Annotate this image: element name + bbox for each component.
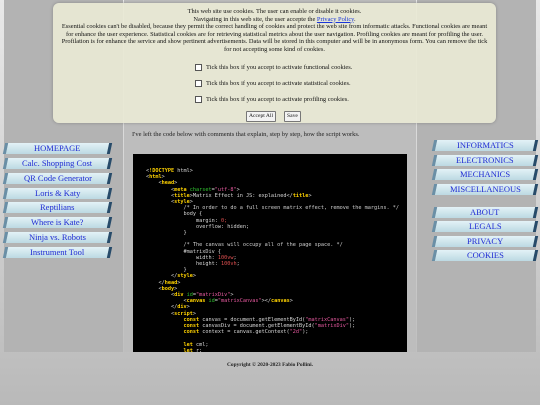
code-line: overflow: hidden; [146,223,250,230]
code-line: <!DOCTYPE html> [146,168,193,174]
statistical-label: Tick this box if you accept to activate … [206,80,351,87]
cookie-line-2-end: . [353,15,356,23]
nav-label: Calc. Shopping Cost [22,158,93,168]
nav-ninja-vs-robots[interactable]: Ninja vs. Robots [2,232,113,243]
code-line: <canvas id="matrixCanvas"></canvas> [146,298,293,305]
nav-where-is-kate[interactable]: Where is Kate? [2,217,113,228]
nav-electronics[interactable]: ELECTRONICS [431,155,539,166]
profiling-cookies-option[interactable]: Tick this box if you accept to activate … [195,96,349,104]
nav-label: ABOUT [470,207,500,217]
code-line: } [146,230,187,236]
statistical-cookies-option[interactable]: Tick this box if you accept to activate … [195,80,351,88]
code-line: <style> [146,199,193,205]
page: HOMEPAGE Calc. Shopping Cost QR Code Gen… [0,0,540,405]
code-line: <div id="matrixDiv"> [146,292,234,298]
nav-label: Ninja vs. Robots [29,232,86,242]
code-line: </div> [146,304,190,311]
code-line: } [146,267,187,274]
code-line: body { [146,211,203,218]
nav-label: Instrument Tool [30,247,85,257]
statistical-checkbox[interactable] [195,80,202,88]
code-line: <title>Matrix Effect in JS: explained</t… [146,192,312,199]
nav-mechanics[interactable]: MECHANICS [431,169,539,180]
nav-miscellaneous[interactable]: MISCELLANEOUS [431,184,539,195]
cookie-banner: This web site use cookies. The user can … [53,3,496,123]
code-line: </head> [146,279,181,286]
nav-instrument-tool[interactable]: Instrument Tool [2,247,113,258]
code-line: const canvas = document.getElementById("… [183,316,356,323]
code-line: <body> [146,285,178,292]
functional-label: Tick this box if you accept to activate … [206,64,353,71]
nav-label: Reptilians [40,202,75,212]
nav-label: ELECTRONICS [456,155,514,165]
nav-label: Loris & Katy [34,188,81,198]
nav-label: PRIVACY [466,236,504,246]
code-line: let cml; [183,341,209,348]
nav-label: LEGALS [468,221,502,231]
code-line: let r; [183,347,203,352]
profiling-checkbox[interactable] [195,96,202,104]
code-line: <head> [146,180,178,187]
code-line: margin: 0; [146,217,228,224]
code-line: </style> [146,273,196,280]
privacy-policy-link[interactable]: Privacy Policy [317,16,354,23]
nav-informatics[interactable]: INFORMATICS [431,140,539,151]
code-line: const context = canvas.getContext("2d"); [183,329,309,336]
cookie-line-2: Navigating in this web site, the user ac… [59,16,490,24]
nav-cookies[interactable]: COOKIES [431,250,539,261]
save-button[interactable]: Save [284,111,301,122]
functional-checkbox[interactable] [195,64,202,72]
nav-qr-code-generator[interactable]: QR Code Generator [2,173,113,184]
nav-label: Where is Kate? [31,217,84,227]
code-line: /* The canvas will occupy all of the pag… [146,242,343,249]
nav-label: QR Code Generator [23,173,92,183]
code-line: <script> [146,310,196,317]
nav-homepage[interactable]: HOMEPAGE [2,143,113,154]
profiling-label: Tick this box if you accept to activate … [206,96,349,103]
nav-calc-shopping-cost[interactable]: Calc. Shopping Cost [2,158,113,169]
accept-all-button[interactable]: Accept All [246,111,277,122]
nav-about[interactable]: ABOUT [431,207,539,218]
nav-reptilians[interactable]: Reptilians [2,202,113,213]
code-block: <!DOCTYPE html> <html> <head> <meta chars… [133,154,407,352]
nav-loris-katy[interactable]: Loris & Katy [2,188,113,199]
footer-copyright: Copyright © 2020-2023 Fabio Pollini. [227,362,313,368]
code-line: #matrixDiv { [146,248,221,255]
code-line: /* In order to do a full screen matrix e… [146,205,399,212]
code-line: width: 100vw; [146,254,237,261]
nav-label: HOMEPAGE [34,143,81,153]
code-line: const canvasDiv = document.getElementByI… [183,323,356,329]
cookie-line-2-text: Navigating in this web site, the user ac… [193,15,317,23]
code-line: <meta charset="utf-8"> [146,186,240,193]
nav-legals[interactable]: LEGALS [431,221,539,232]
nav-privacy[interactable]: PRIVACY [431,236,539,247]
code-line: <html> [146,174,165,181]
cookie-line-1: This web site use cookies. The user can … [187,8,362,15]
nav-label: MISCELLANEOUS [449,184,521,194]
functional-cookies-option[interactable]: Tick this box if you accept to activate … [195,64,353,72]
cookie-text: This web site use cookies. The user can … [59,8,490,54]
nav-label: MECHANICS [459,169,511,179]
nav-label: COOKIES [466,250,504,260]
cookie-line-3: Essential cookies can't be disabled, bec… [61,23,488,53]
nav-label: INFORMATICS [456,140,514,150]
intro-text: I've left the code below with comments t… [132,131,360,138]
code-line: height: 100vh; [146,261,240,267]
